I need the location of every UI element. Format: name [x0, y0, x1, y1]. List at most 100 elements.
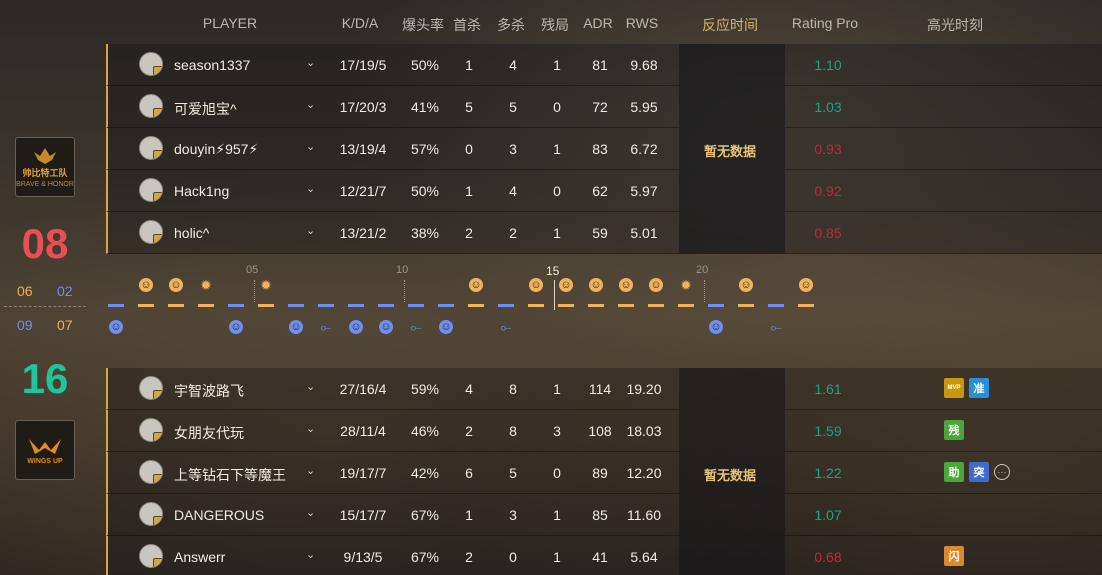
- round-marker[interactable]: [618, 304, 634, 307]
- highlight-tags: 残: [944, 420, 964, 440]
- round-marker[interactable]: [468, 304, 484, 307]
- round-marker[interactable]: [708, 304, 724, 307]
- chevron-down-icon[interactable]: ⌄: [306, 464, 315, 477]
- stat-mk: 5: [509, 465, 517, 481]
- rank-badge-icon: [153, 192, 162, 201]
- chevron-down-icon[interactable]: ⌄: [306, 506, 315, 519]
- highlight-tag[interactable]: 助: [944, 462, 964, 482]
- round-marker[interactable]: [798, 304, 814, 307]
- round-marker[interactable]: [408, 304, 424, 307]
- player-row[interactable]: douyin⚡957⚡ ⌄ 13/19/4 57% 0 3 1 83 6.72 0.93: [106, 128, 1102, 170]
- stat-kda: 19/17/7: [339, 465, 387, 481]
- stat-adr: 62: [592, 183, 608, 199]
- round-marker[interactable]: [498, 304, 514, 307]
- round-marker[interactable]: [768, 304, 784, 307]
- round-marker[interactable]: [288, 304, 304, 307]
- highlight-tag[interactable]: 突: [969, 462, 989, 482]
- round-marker[interactable]: [258, 304, 274, 307]
- team2-reaction-empty: 暂无数据: [703, 468, 756, 483]
- round-marker[interactable]: [738, 304, 754, 307]
- avatar[interactable]: [139, 502, 163, 526]
- player-row[interactable]: Hack1ng ⌄ 12/21/7 50% 1 4 0 62 5.97 0.92: [106, 170, 1102, 212]
- player-row[interactable]: season1337 ⌄ 17/19/5 50% 1 4 1 81 9.68 1.10: [106, 44, 1102, 86]
- avatar[interactable]: [139, 544, 163, 568]
- avatar[interactable]: [139, 178, 163, 202]
- round-marker[interactable]: [528, 304, 544, 307]
- player-name[interactable]: Hack1ng: [174, 183, 229, 199]
- chevron-down-icon[interactable]: ⌄: [306, 182, 315, 195]
- stat-hs: 38%: [410, 225, 440, 241]
- chevron-down-icon[interactable]: ⌄: [306, 56, 315, 69]
- stat-mk: 8: [509, 423, 517, 439]
- player-name[interactable]: DANGEROUS: [174, 507, 264, 523]
- round-marker[interactable]: [138, 304, 154, 307]
- player-name[interactable]: 女朋友代玩: [174, 423, 244, 443]
- reaction-time-cell: [679, 494, 785, 535]
- stat-fk: 1: [465, 57, 473, 73]
- player-name[interactable]: douyin⚡957⚡: [174, 141, 258, 158]
- round-marker[interactable]: [648, 304, 664, 307]
- player-row[interactable]: 女朋友代玩 ⌄ 28/11/4 46% 2 8 3 108 18.03 1.59 残: [106, 410, 1102, 452]
- player-row[interactable]: 可爱旭宝^ ⌄ 17/20/3 41% 5 5 0 72 5.95 1.03: [106, 86, 1102, 128]
- round-marker[interactable]: [108, 304, 124, 307]
- player-name[interactable]: 可爱旭宝^: [174, 99, 237, 119]
- highlight-tag[interactable]: 准: [969, 378, 989, 398]
- player-name[interactable]: 上等钻石下等魔王: [174, 465, 286, 485]
- round-marker[interactable]: [558, 304, 574, 307]
- highlight-tag[interactable]: 残: [944, 420, 964, 440]
- player-name[interactable]: holic^: [174, 225, 209, 241]
- avatar[interactable]: [139, 220, 163, 244]
- avatar[interactable]: [139, 94, 163, 118]
- player-name[interactable]: 宇智波路飞: [174, 381, 244, 401]
- stat-mk: 3: [509, 141, 517, 157]
- col-highlights: 高光时刻: [927, 17, 983, 33]
- rating-pro: 0.92: [814, 183, 842, 199]
- chevron-down-icon[interactable]: ⌄: [306, 98, 315, 111]
- chevron-down-icon[interactable]: ⌄: [306, 548, 315, 561]
- avatar[interactable]: [139, 376, 163, 400]
- player-row[interactable]: Answerr ⌄ 9/13/5 67% 2 0 1 41 5.64 0.68 闪: [106, 536, 1102, 575]
- player-row[interactable]: 上等钻石下等魔王 ⌄ 19/17/7 42% 6 5 0 89 12.20 1.22 助突 ···: [106, 452, 1102, 494]
- defuse-icon: ⟜: [410, 318, 422, 335]
- round-marker[interactable]: [378, 304, 394, 307]
- round-marker[interactable]: [228, 304, 244, 307]
- stat-clutch: 1: [553, 57, 561, 73]
- col-hs: 爆头率: [402, 17, 444, 33]
- avatar[interactable]: [139, 136, 163, 160]
- more-icon[interactable]: ···: [994, 464, 1010, 480]
- round-marker[interactable]: [678, 304, 694, 307]
- stat-rws: 5.95: [630, 99, 658, 115]
- stat-mk: 8: [509, 381, 517, 397]
- stat-adr: 72: [592, 99, 608, 115]
- stat-mk: 0: [509, 549, 517, 565]
- player-name[interactable]: Answerr: [174, 549, 225, 565]
- stat-clutch: 3: [553, 423, 561, 439]
- round-marker[interactable]: [168, 304, 184, 307]
- stat-hs: 50%: [410, 57, 440, 73]
- player-row[interactable]: holic^ ⌄ 13/21/2 38% 2 2 1 59 5.01 0.85: [106, 212, 1102, 254]
- round-marker[interactable]: [438, 304, 454, 307]
- defuse-icon: ⟜: [320, 318, 332, 335]
- team1-logo[interactable]: 帅比特工队 BRAVE & HONOR: [15, 137, 75, 197]
- round-marker[interactable]: [588, 304, 604, 307]
- highlight-tag[interactable]: MVP: [944, 378, 964, 398]
- col-fk: 首杀: [453, 17, 481, 33]
- avatar[interactable]: [139, 52, 163, 76]
- chevron-down-icon[interactable]: ⌄: [306, 380, 315, 393]
- chevron-down-icon[interactable]: ⌄: [306, 422, 315, 435]
- round-marker[interactable]: [198, 304, 214, 307]
- player-row[interactable]: DANGEROUS ⌄ 15/17/7 67% 1 3 1 85 11.60 1.07: [106, 494, 1102, 536]
- avatar[interactable]: [139, 418, 163, 442]
- stat-rws: 11.60: [627, 507, 661, 523]
- team2-half2: 07: [57, 317, 73, 333]
- col-reaction: 反应时间: [702, 17, 758, 33]
- chevron-down-icon[interactable]: ⌄: [306, 140, 315, 153]
- highlight-tag[interactable]: 闪: [944, 546, 964, 566]
- chevron-down-icon[interactable]: ⌄: [306, 224, 315, 237]
- round-marker[interactable]: [348, 304, 364, 307]
- player-row[interactable]: 宇智波路飞 ⌄ 27/16/4 59% 4 8 1 114 19.20 1.61 MVP 准: [106, 368, 1102, 410]
- round-marker[interactable]: [318, 304, 334, 307]
- player-name[interactable]: season1337: [174, 57, 250, 73]
- avatar[interactable]: [139, 460, 163, 484]
- team2-logo[interactable]: WINGS UP: [15, 420, 75, 480]
